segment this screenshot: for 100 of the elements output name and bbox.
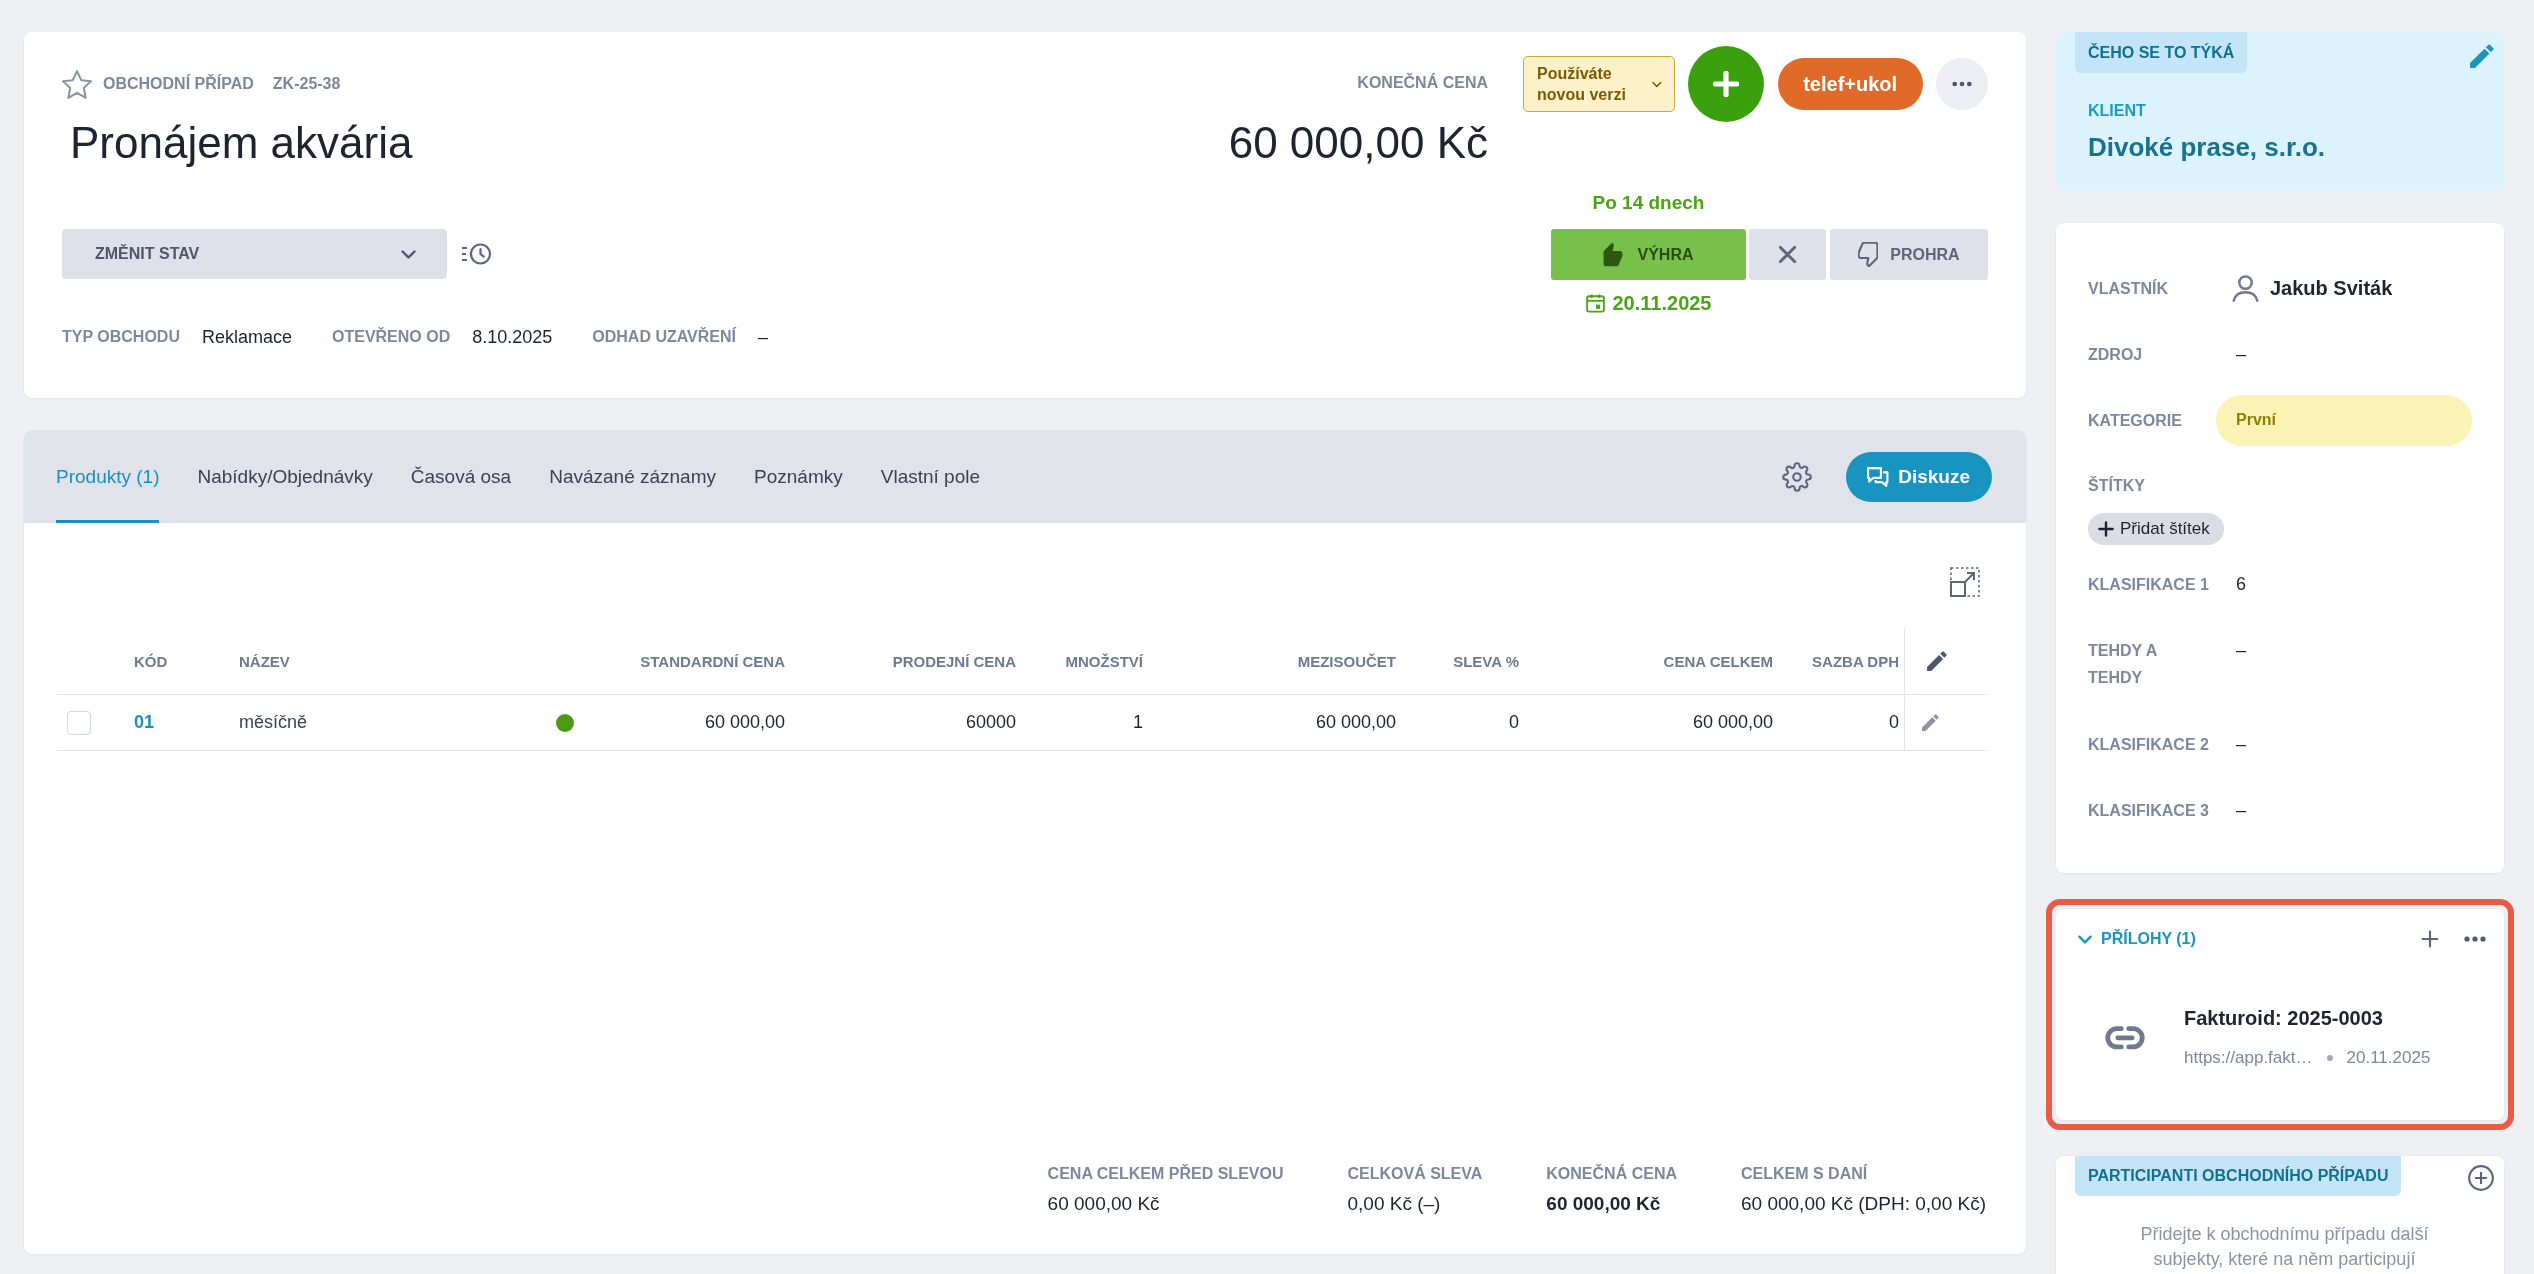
record-type-label: OBCHODNÍ PŘÍPAD — [103, 74, 254, 94]
section-heading: PARTICIPANTI OBCHODNÍHO PŘÍPADU — [2075, 1156, 2402, 1196]
plus-circle-icon[interactable] — [2468, 1165, 2494, 1191]
field-value: 6 — [2236, 572, 2246, 596]
table-cell: 60 000,00 — [1315, 712, 1396, 733]
column-header: NÁZEV — [238, 652, 290, 670]
quick-action-button[interactable]: telef+ukol — [1777, 58, 1923, 110]
attachment-name[interactable]: Fakturoid: 2025-0003 — [2184, 1005, 2383, 1031]
separator-dot-icon — [2326, 1055, 2333, 1061]
field-label: ODHAD UZAVŘENÍ — [592, 327, 736, 347]
row-checkbox[interactable] — [67, 710, 91, 735]
client-label: KLIENT — [2088, 101, 2146, 121]
tab[interactable]: Navázané záznamy — [549, 430, 717, 523]
version-dropdown[interactable]: Používáte novou verzi — [1523, 56, 1675, 112]
field-value: – — [2236, 732, 2246, 756]
field-value: – — [2236, 342, 2246, 366]
field-label: KLASIFIKACE 1 — [2088, 574, 2209, 595]
section-title[interactable]: PŘÍLOHY (1) — [2101, 930, 2196, 948]
chat-icon — [1866, 465, 1891, 488]
tab[interactable]: Poznámky — [754, 430, 843, 523]
pencil-icon[interactable] — [1927, 651, 1947, 671]
product-name: měsíčně — [239, 712, 308, 733]
close-date: 20.11.2025 — [1612, 291, 1712, 316]
field-label: KLASIFIKACE 3 — [2088, 800, 2209, 821]
plus-icon — [2098, 521, 2114, 537]
column-header: CENA CELKEM — [1663, 652, 1773, 670]
owner-name: Jakub Sviták — [2270, 276, 2393, 300]
table-cell: 0 — [1889, 712, 1899, 733]
attachment-date: 20.11.2025 — [2346, 1047, 2431, 1069]
field-label: ŠTÍTKY — [2088, 475, 2145, 496]
more-icon[interactable] — [2464, 936, 2486, 942]
empty-state-text: Přidejte k obchodnímu případu další subjekty, které na něm participují — [2139, 1223, 2430, 1271]
table-cell: 60000 — [965, 712, 1016, 733]
history-icon[interactable] — [461, 242, 492, 266]
total-label: CELKEM S DANÍ — [1741, 1164, 1868, 1184]
discussion-button[interactable]: Diskuze — [1846, 451, 1992, 502]
field-label: ZDROJ — [2088, 344, 2143, 365]
chevron-down-icon — [401, 249, 416, 259]
calendar-icon — [1585, 293, 1605, 313]
win-button[interactable]: VÝHRA — [1551, 229, 1746, 280]
thumbs-up-icon — [1603, 242, 1624, 267]
status-dropdown[interactable]: ZMĚNIT STAV — [62, 229, 447, 279]
total-label: CELKOVÁ SLEVA — [1347, 1164, 1483, 1184]
close-icon — [1779, 246, 1796, 263]
expand-icon[interactable] — [1950, 567, 1980, 597]
field-value: Reklamace — [201, 326, 292, 348]
column-header: PRODEJNÍ CENA — [892, 652, 1016, 670]
field-label: TYP OBCHODU — [62, 327, 180, 347]
plus-icon — [1713, 71, 1740, 97]
tab[interactable]: Časová osa — [410, 430, 512, 523]
total-value: 60 000,00 Kč — [1546, 1192, 1661, 1216]
settings-icon[interactable] — [1782, 461, 1813, 492]
lose-button[interactable]: PROHRA — [1830, 229, 1988, 280]
chevron-down-icon[interactable] — [2078, 934, 2092, 944]
column-header: STANDARDNÍ CENA — [640, 652, 785, 670]
total-label: CENA CELKEM PŘED SLEVOU — [1047, 1164, 1284, 1184]
field-label: KATEGORIE — [2088, 410, 2182, 431]
price-value: 60 000,00 Kč — [1228, 117, 1488, 169]
price-label: KONEČNÁ CENA — [1357, 73, 1488, 93]
thumbs-down-icon — [1858, 242, 1879, 267]
field-value: – — [2236, 639, 2246, 662]
pencil-icon[interactable] — [1922, 714, 1939, 731]
column-header: SLEVA % — [1453, 652, 1519, 670]
pencil-icon[interactable] — [2470, 44, 2494, 68]
due-text: Po 14 dnech — [1592, 191, 1705, 215]
star-icon[interactable] — [62, 69, 92, 99]
dismiss-button[interactable] — [1749, 229, 1826, 280]
field-value: 8.10.2025 — [472, 326, 553, 348]
plus-icon[interactable] — [2421, 930, 2439, 948]
field-label: KLASIFIKACE 2 — [2088, 734, 2209, 755]
category-tag[interactable]: První — [2216, 394, 2472, 446]
column-header: KÓD — [133, 652, 168, 670]
tab[interactable]: Nabídky/Objednávky — [197, 430, 373, 523]
total-value: 0,00 Kč (–) — [1347, 1192, 1441, 1216]
table-cell: 60 000,00 — [704, 712, 785, 733]
person-icon — [2232, 274, 2259, 302]
total-value: 60 000,00 Kč (DPH: 0,00 Kč) — [1741, 1192, 1986, 1216]
table-cell: 1 — [1133, 712, 1143, 733]
deal-title: Pronájem akvária — [70, 117, 413, 169]
column-header: MEZISOUČET — [1297, 652, 1396, 670]
link-icon — [2105, 1025, 2145, 1050]
field-label: VLASTNÍK — [2088, 278, 2168, 299]
product-code-link[interactable]: 01 — [118, 712, 155, 733]
attachment-url[interactable]: https://app.fakt… — [2184, 1046, 2313, 1070]
client-name[interactable]: Divoké prase, s.r.o. — [2088, 131, 2325, 163]
field-value: – — [758, 326, 768, 348]
total-label: KONEČNÁ CENA — [1546, 1164, 1677, 1184]
field-label: TEHDY A TEHDY — [2088, 641, 2158, 688]
table-cell: 0 — [1509, 712, 1519, 733]
tab[interactable]: Vlastní pole — [880, 430, 981, 523]
table-cell: 60 000,00 — [1692, 712, 1773, 733]
total-value: 60 000,00 Kč — [1047, 1192, 1160, 1216]
field-label: OTEVŘENO OD — [332, 327, 451, 347]
tab[interactable]: Produkty (1) — [56, 430, 160, 523]
add-tag-button[interactable]: Přidat štítek — [2088, 513, 2224, 545]
chevron-down-icon — [1652, 79, 1662, 89]
column-header: MNOŽSTVÍ — [1065, 652, 1143, 670]
field-value: – — [2236, 798, 2246, 822]
column-header: SAZBA DPH — [1812, 652, 1899, 670]
section-heading: ČEHO SE TO TÝKÁ — [2075, 32, 2248, 73]
